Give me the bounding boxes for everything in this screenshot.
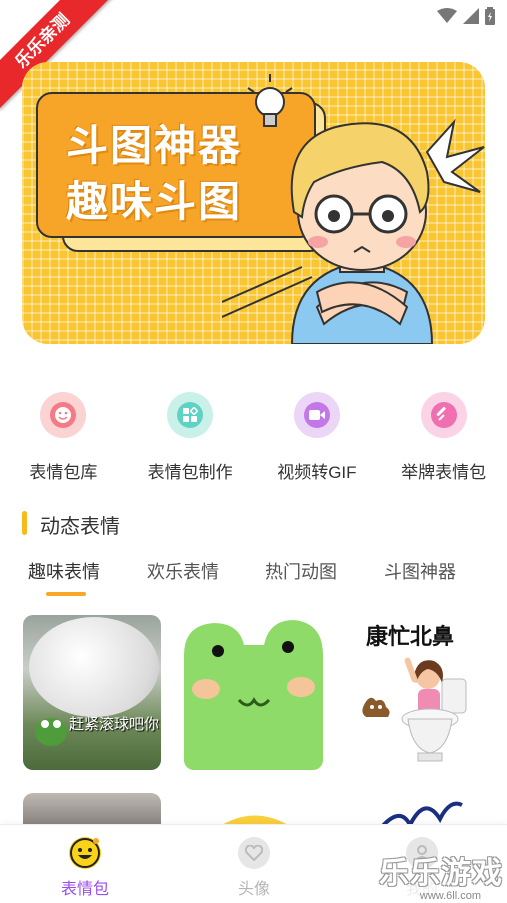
sticker-caption: 赶紧滚球吧你: [69, 716, 160, 733]
heart-icon: [238, 837, 270, 869]
quick-action-label: 举牌表情包: [401, 463, 487, 482]
category-tabs: 趣味表情 欢乐表情 热门动图 斗图神器: [0, 558, 507, 598]
sign-icon: [420, 392, 467, 438]
tab-hot-gifs[interactable]: 热门动图: [265, 558, 337, 584]
sticker-cotton-frog[interactable]: 赶紧滚球吧你: [23, 615, 161, 770]
quick-action-emoji-library[interactable]: 表情包库: [0, 392, 127, 483]
sticker-come-on-baby[interactable]: 康忙北鼻: [346, 615, 484, 770]
quick-actions: 表情包库 表情包制作 视频转GIF 举牌表情包: [0, 392, 507, 483]
smile-icon: [40, 392, 87, 438]
quick-action-label: 视频转GIF: [277, 463, 357, 482]
active-tab-indicator: [46, 592, 86, 596]
section-title: 动态表情: [40, 516, 120, 538]
nav-label: 表情包: [60, 881, 109, 898]
blocks-icon: [167, 392, 214, 438]
battery-icon: [485, 7, 495, 25]
nav-avatars[interactable]: 头像: [214, 837, 294, 899]
tab-happy-emoji[interactable]: 欢乐表情: [147, 558, 219, 584]
toilet-girl-image: [362, 657, 467, 762]
emoji-icon: [69, 837, 101, 869]
quick-action-sign-meme[interactable]: 举牌表情包: [380, 392, 507, 483]
quick-action-label: 表情包库: [29, 463, 98, 482]
watermark-text: 乐乐游戏: [379, 857, 503, 890]
nav-emoji-packs[interactable]: 表情包: [45, 837, 125, 899]
quick-action-video-to-gif[interactable]: 视频转GIF: [254, 392, 381, 483]
promo-banner[interactable]: 斗图神器 趣味斗图: [22, 62, 485, 344]
tab-fun-emoji[interactable]: 趣味表情: [28, 558, 100, 584]
frog-figure: [35, 718, 67, 746]
status-bar: 乐乐亲测: [0, 0, 507, 110]
cotton-candy-image: [29, 617, 159, 717]
quick-action-label: 表情包制作: [147, 463, 233, 482]
signal-icon: [463, 8, 479, 24]
sticker-pixel-frog[interactable]: [184, 615, 323, 770]
site-watermark: 乐乐游戏 www.6ll.com: [379, 848, 503, 902]
wifi-icon: [437, 8, 457, 23]
quick-action-emoji-maker[interactable]: 表情包制作: [127, 392, 254, 483]
cartoon-boy-illustration: [222, 74, 485, 344]
pixel-frog-image: [184, 620, 323, 770]
lightbulb-icon: [247, 74, 293, 127]
tab-meme-battle[interactable]: 斗图神器: [384, 558, 456, 584]
sticker-title: 康忙北鼻: [366, 624, 455, 649]
video-icon: [293, 392, 340, 438]
section-accent-bar: [22, 511, 27, 535]
nav-label: 头像: [237, 881, 270, 898]
